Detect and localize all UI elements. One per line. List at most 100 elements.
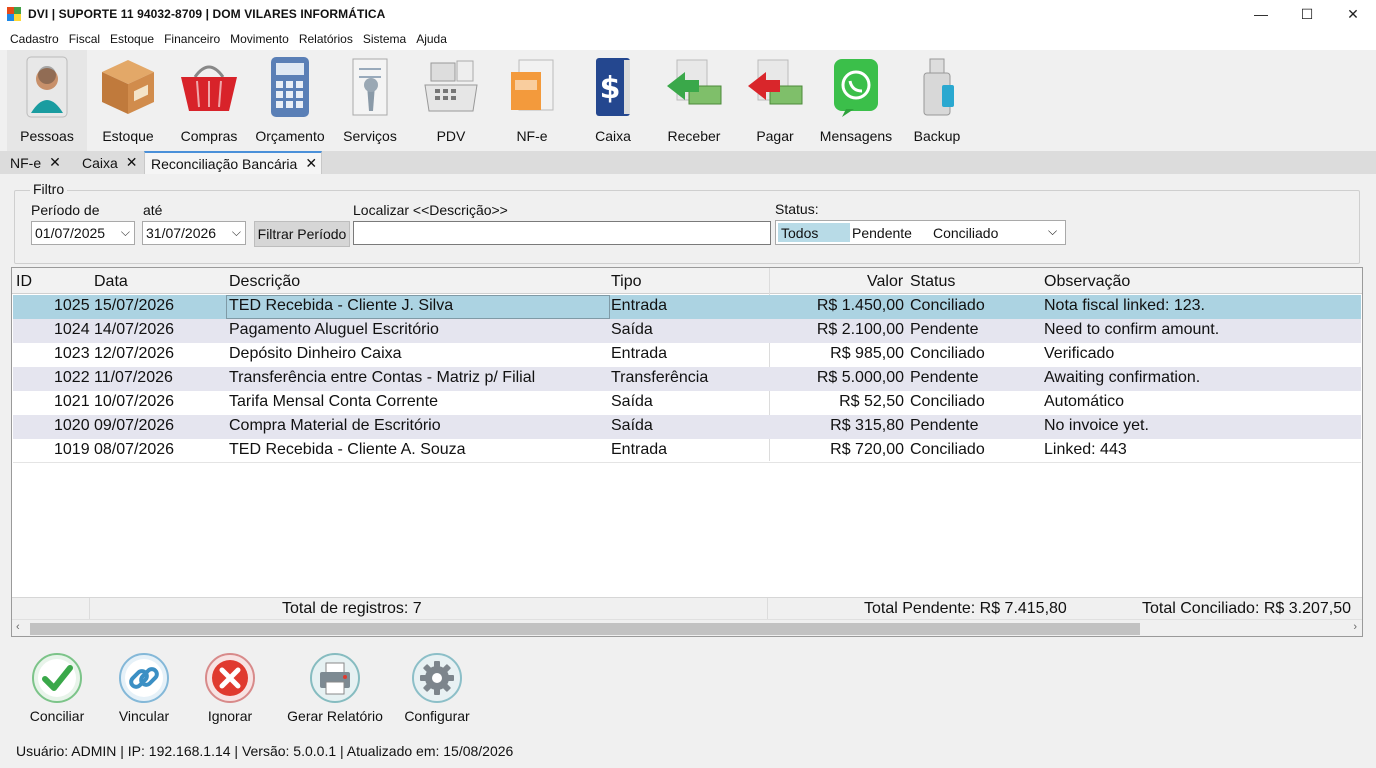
menu-relatorios[interactable]: Relatórios (294, 32, 358, 46)
toolbar-compras-button[interactable]: Compras (169, 50, 249, 151)
cell-tipo: Saída (611, 393, 653, 410)
period-to-label: até (143, 202, 163, 218)
toolbar-receber-button[interactable]: Receber (654, 50, 734, 151)
toolbar-caixa-button[interactable]: $ Caixa (573, 50, 653, 151)
tab-nfe[interactable]: NF-e ✕ (0, 151, 65, 174)
toolbar-label: Mensagens (819, 128, 893, 144)
configurar-button[interactable]: Configurar (391, 652, 483, 724)
scroll-left-icon[interactable]: ‹ (16, 621, 20, 633)
table-row[interactable]: 1019 08/07/2026 TED Recebida - Cliente A… (13, 439, 1361, 463)
cell-status: Conciliado (910, 345, 985, 362)
menu-financeiro[interactable]: Financeiro (159, 32, 225, 46)
chevron-down-icon[interactable]: ⌵ (232, 225, 241, 240)
column-header-data[interactable]: Data (94, 273, 128, 291)
close-tab-icon[interactable]: ✕ (49, 154, 61, 171)
cell-descricao: Pagamento Aluguel Escritório (229, 321, 439, 338)
period-from-datepicker[interactable]: 01/07/2025 ⌵ (31, 221, 135, 245)
cell-valor: R$ 5.000,00 (816, 369, 904, 386)
maximize-icon: ☐ (1300, 5, 1314, 22)
column-header-id[interactable]: ID (16, 273, 32, 291)
cell-valor: R$ 1.450,00 (816, 297, 904, 314)
minimize-button[interactable]: — (1238, 0, 1284, 28)
total-reconciled: Total Conciliado: R$ 3.207,50 (1142, 600, 1352, 617)
menu-cadastro[interactable]: Cadastro (5, 32, 64, 46)
menu-movimento[interactable]: Movimento (225, 32, 294, 46)
toolbar-estoque-button[interactable]: Estoque (88, 50, 168, 151)
column-header-descricao[interactable]: Descrição (229, 273, 300, 291)
maximize-button[interactable]: ☐ (1284, 0, 1330, 28)
main-toolbar: Pessoas Estoque Compras Orçamento Serviç… (0, 50, 1376, 151)
chevron-down-icon[interactable]: ⌵ (1048, 224, 1057, 239)
grid-header: ID Data Descrição Tipo Valor Status Obse… (12, 268, 1362, 294)
toolbar-orcamento-button[interactable]: Orçamento (250, 50, 330, 151)
toolbar-pagar-button[interactable]: Pagar (735, 50, 815, 151)
usb-drive-icon (905, 50, 969, 124)
tab-caixa[interactable]: Caixa ✕ (72, 151, 142, 174)
window-title: DVI | SUPORTE 11 94032-8709 | DOM VILARE… (28, 7, 386, 21)
table-row[interactable]: 1024 14/07/2026 Pagamento Aluguel Escrit… (13, 319, 1361, 343)
cell-data: 08/07/2026 (94, 441, 175, 458)
cell-id: 1022 (54, 369, 90, 386)
scroll-right-icon[interactable]: › (1353, 621, 1357, 633)
status-filter-select[interactable]: Todos Pendente Conciliado ⌵ (775, 220, 1066, 245)
scrollbar-thumb[interactable] (30, 623, 1140, 635)
action-label: Ignorar (207, 708, 253, 724)
cell-id: 1019 (54, 441, 90, 458)
status-option-conciliado[interactable]: Conciliado (933, 225, 998, 241)
chevron-down-icon[interactable]: ⌵ (121, 225, 130, 240)
cell-tipo: Transferência (611, 369, 709, 386)
table-row[interactable]: 1025 15/07/2026 TED Recebida - Cliente J… (13, 295, 1361, 319)
toolbar-pessoas-button[interactable]: Pessoas (7, 50, 87, 151)
toolbar-label: NF-e (516, 128, 548, 144)
menu-estoque[interactable]: Estoque (105, 32, 159, 46)
toolbar-label: PDV (436, 128, 466, 144)
tab-reconciliacao-bancaria[interactable]: Reconciliação Bancária ✕ (144, 151, 323, 174)
search-input[interactable] (353, 221, 771, 245)
reconciliation-grid: ID Data Descrição Tipo Valor Status Obse… (11, 267, 1363, 637)
column-header-valor[interactable]: Valor (867, 273, 903, 291)
toolbar-label: Pagar (756, 128, 794, 144)
status-option-todos[interactable]: Todos (778, 223, 850, 242)
cell-valor: R$ 720,00 (830, 441, 904, 458)
close-button[interactable]: ✕ (1330, 0, 1376, 28)
cancel-icon (204, 652, 256, 704)
cell-observacao: Automático (1044, 393, 1125, 410)
toolbar-nfe-button[interactable]: NF-e (492, 50, 572, 151)
vincular-button[interactable]: Vincular (98, 652, 190, 724)
menu-fiscal[interactable]: Fiscal (64, 32, 105, 46)
menu-ajuda[interactable]: Ajuda (411, 32, 452, 46)
status-bar-text: Usuário: ADMIN | IP: 192.168.1.14 | Vers… (16, 743, 514, 759)
cell-observacao: Nota fiscal linked: 123. (1044, 297, 1205, 314)
toolbar-label: Orçamento (255, 128, 325, 144)
period-to-datepicker[interactable]: 31/07/2026 ⌵ (142, 221, 246, 245)
gerar-relatorio-button[interactable]: Gerar Relatório (287, 652, 383, 724)
column-header-tipo[interactable]: Tipo (611, 273, 642, 291)
toolbar-pdv-button[interactable]: PDV (411, 50, 491, 151)
conciliar-button[interactable]: Conciliar (11, 652, 103, 724)
column-header-observacao[interactable]: Observação (1044, 273, 1130, 291)
ignorar-button[interactable]: Ignorar (184, 652, 276, 724)
close-tab-icon[interactable]: ✕ (305, 155, 317, 172)
cell-valor: R$ 315,80 (830, 417, 904, 434)
menu-sistema[interactable]: Sistema (358, 32, 411, 46)
column-header-status[interactable]: Status (910, 273, 955, 291)
toolbar-mensagens-button[interactable]: Mensagens (816, 50, 896, 151)
table-row[interactable]: 1020 09/07/2026 Compra Material de Escri… (13, 415, 1361, 439)
document-tabs: NF-e ✕ Caixa ✕ Reconciliação Bancária ✕ (0, 151, 1376, 174)
minimize-icon: — (1254, 6, 1268, 22)
table-row[interactable]: 1021 10/07/2026 Tarifa Mensal Conta Corr… (13, 391, 1361, 415)
filter-period-button[interactable]: Filtrar Período (254, 221, 350, 247)
action-label: Conciliar (29, 708, 85, 724)
person-icon (15, 50, 79, 124)
menu-bar: Cadastro Fiscal Estoque Financeiro Movim… (0, 28, 1376, 50)
table-row[interactable]: 1023 12/07/2026 Depósito Dinheiro Caixa … (13, 343, 1361, 367)
table-row[interactable]: 1022 11/07/2026 Transferência entre Cont… (13, 367, 1361, 391)
horizontal-scrollbar[interactable]: ‹ › (12, 619, 1362, 636)
cell-status: Conciliado (910, 297, 985, 314)
toolbar-servicos-button[interactable]: Serviços (330, 50, 410, 151)
cell-observacao: Linked: 443 (1044, 441, 1127, 458)
status-option-pendente[interactable]: Pendente (852, 225, 912, 241)
close-tab-icon[interactable]: ✕ (126, 154, 138, 171)
toolbar-backup-button[interactable]: Backup (897, 50, 977, 151)
period-from-label: Período de (31, 202, 100, 218)
